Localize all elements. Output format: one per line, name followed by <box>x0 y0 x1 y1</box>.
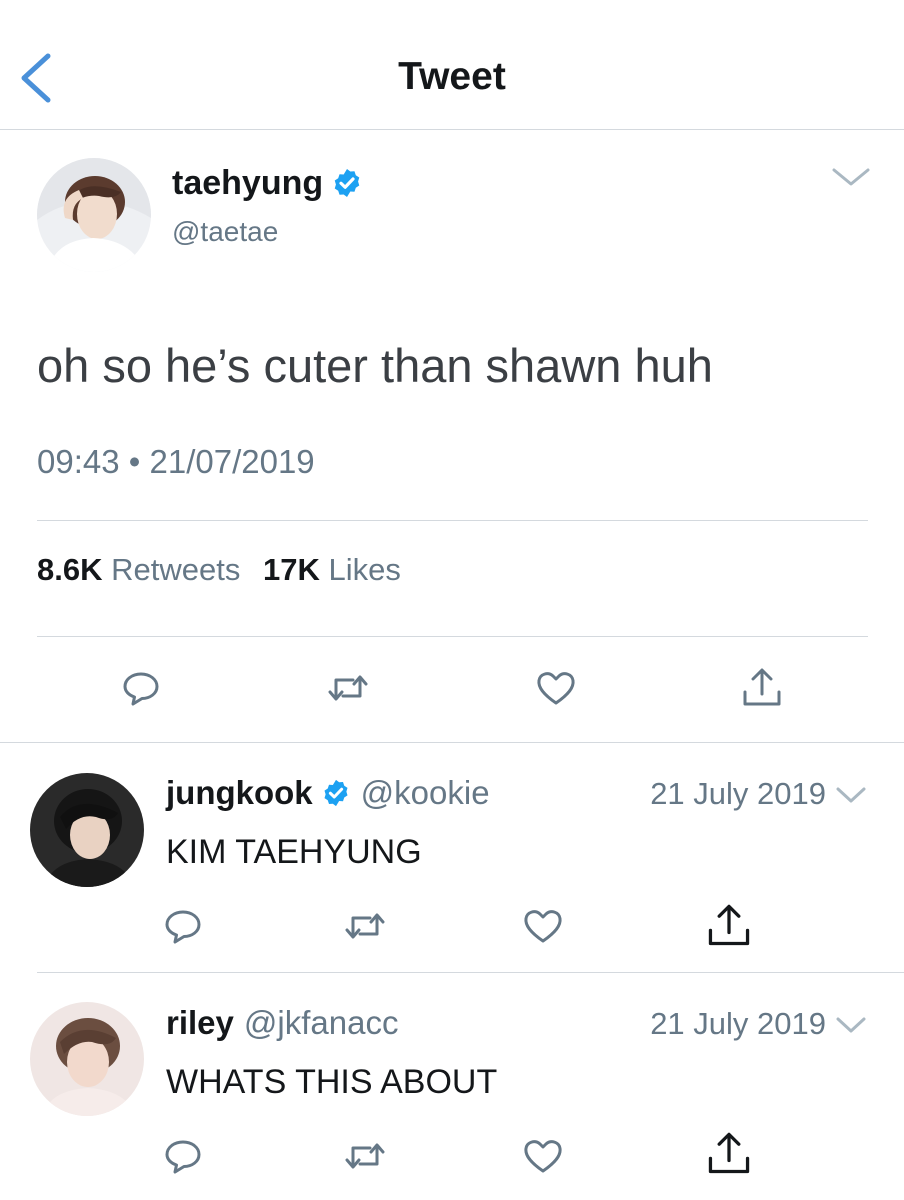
tweet-date: 21/07/2019 <box>149 443 315 480</box>
share-button[interactable] <box>734 660 790 716</box>
avatar[interactable] <box>30 773 144 887</box>
author-name[interactable]: taehyung <box>172 162 363 204</box>
tweet-timestamp: 09:43 • 21/07/2019 <box>37 442 315 482</box>
tweet-time: 09:43 <box>37 443 120 480</box>
heart-icon <box>524 910 562 943</box>
like-button[interactable] <box>528 660 584 716</box>
page-title: Tweet <box>398 55 506 98</box>
chevron-down-icon <box>836 1017 866 1033</box>
reply-date: 21 July 2019 <box>650 1006 826 1041</box>
retweet-button[interactable] <box>320 660 376 716</box>
reply-button[interactable] <box>155 1128 211 1184</box>
divider <box>37 520 868 521</box>
reply-author-name: riley <box>166 1004 234 1041</box>
retweet-button[interactable] <box>337 898 393 954</box>
reply-icon <box>123 672 159 706</box>
reply-author-handle: @jkfanacc <box>243 1004 399 1041</box>
section-divider <box>0 742 904 743</box>
chevron-down-icon <box>836 787 866 803</box>
share-icon <box>708 1132 750 1174</box>
like-button[interactable] <box>515 1128 571 1184</box>
reply-options-button[interactable] <box>834 1010 868 1040</box>
chevron-down-icon <box>832 168 870 186</box>
reply-author-handle: @kookie <box>360 774 490 811</box>
divider <box>37 972 904 973</box>
share-button[interactable] <box>701 1126 757 1182</box>
reply-icon <box>165 1140 201 1174</box>
reply-text: WHATS THIS ABOUT <box>166 1063 498 1101</box>
reply-options-button[interactable] <box>834 780 868 810</box>
retweet-icon <box>328 675 368 701</box>
header-divider <box>0 129 904 130</box>
timestamp-separator: • <box>128 443 141 480</box>
share-icon <box>708 904 750 946</box>
share-icon <box>743 668 781 706</box>
reply-button[interactable] <box>155 898 211 954</box>
heart-icon <box>524 1140 562 1173</box>
verified-badge-icon <box>321 778 351 808</box>
retweet-icon <box>345 1143 385 1169</box>
likes-stat[interactable]: 17K Likes <box>263 552 401 587</box>
author-handle[interactable]: @taetae <box>172 214 278 250</box>
tweet-options-button[interactable] <box>830 162 872 192</box>
retweet-icon <box>345 913 385 939</box>
reply-author[interactable]: jungkook @kookie <box>166 772 490 814</box>
like-button[interactable] <box>515 898 571 954</box>
reply-button[interactable] <box>113 660 169 716</box>
reply-author[interactable]: riley @jkfanacc <box>166 1002 398 1044</box>
retweets-stat[interactable]: 8.6K Retweets <box>37 552 240 587</box>
reply-text: KIM TAEHYUNG <box>166 833 422 871</box>
reply-icon <box>165 910 201 944</box>
avatar[interactable] <box>37 158 151 272</box>
avatar[interactable] <box>30 1002 144 1116</box>
share-button[interactable] <box>701 898 757 954</box>
tweet-text: oh so he’s cuter than shawn huh <box>37 339 713 392</box>
tweet-stats: 8.6K Retweets 17K Likes <box>37 550 401 590</box>
verified-badge-icon <box>331 167 363 199</box>
reply-author-name: jungkook <box>166 774 313 811</box>
divider <box>37 636 868 637</box>
reply-date: 21 July 2019 <box>650 776 826 811</box>
heart-icon <box>537 672 575 705</box>
retweet-button[interactable] <box>337 1128 393 1184</box>
